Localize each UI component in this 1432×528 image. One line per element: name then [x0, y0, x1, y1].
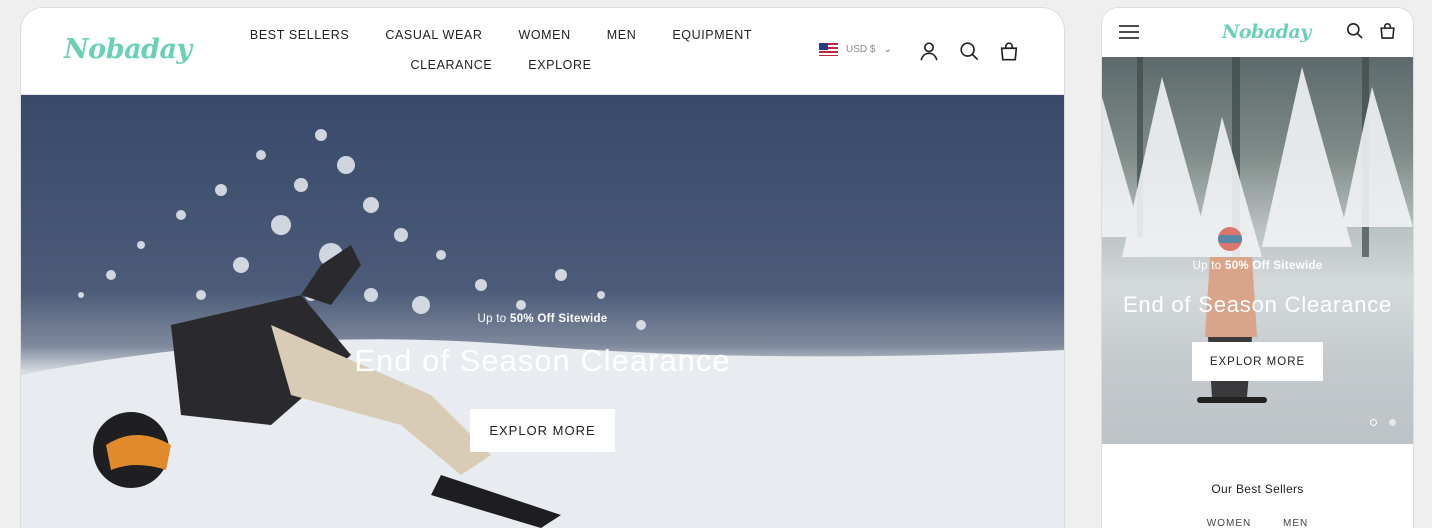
account-icon[interactable] [918, 40, 940, 62]
cart-icon[interactable] [1378, 21, 1397, 40]
header-icons [918, 40, 1020, 62]
nav-explore[interactable]: EXPLORE [528, 58, 591, 72]
hero-banner: Up to 50% Off Sitewide End of Season Cle… [21, 95, 1064, 528]
logo[interactable]: Nobaday [64, 34, 192, 65]
explore-more-button[interactable]: EXPLOR MORE [470, 409, 615, 452]
chevron-down-icon: ⌄ [883, 44, 892, 55]
best-sellers-heading: Our Best Sellers [1211, 482, 1304, 496]
mobile-hero-subtitle-bold: 50% Off Sitewide [1225, 260, 1323, 272]
mobile-hero-image [1102, 57, 1413, 444]
slider-dots [1370, 419, 1396, 426]
cart-icon[interactable] [998, 40, 1020, 62]
nav-best-sellers[interactable]: BEST SELLERS [250, 28, 349, 42]
mobile-logo[interactable]: Nobaday [1222, 21, 1311, 43]
search-icon[interactable] [958, 40, 980, 62]
nav-equipment[interactable]: EQUIPMENT [672, 28, 752, 42]
us-flag-icon [819, 43, 838, 56]
nav-clearance[interactable]: CLEARANCE [410, 58, 492, 72]
currency-label: USD $ [846, 44, 876, 55]
hero-content: Up to 50% Off Sitewide End of Season Cle… [21, 313, 1064, 452]
desktop-frame: Nobaday BEST SELLERS CASUAL WEAR WOMEN M… [21, 8, 1064, 528]
slide-dot-2[interactable] [1389, 419, 1396, 426]
search-icon[interactable] [1345, 21, 1364, 40]
mobile-explore-more-button[interactable]: EXPLOR MORE [1192, 342, 1323, 381]
nav-men[interactable]: MEN [607, 28, 637, 42]
hero-subtitle: Up to 50% Off Sitewide [21, 313, 1064, 325]
hero-subtitle-bold: 50% Off Sitewide [510, 313, 608, 325]
mobile-hero-title: End of Season Clearance [1122, 292, 1393, 317]
mobile-hero-subtitle: Up to 50% Off Sitewide [1102, 260, 1413, 272]
menu-icon[interactable] [1119, 24, 1139, 40]
mobile-frame: Nobaday Up to 50% Off Sitewide End of Se… [1102, 8, 1413, 528]
mobile-hero-content: Up to 50% Off Sitewide End of Season Cle… [1102, 260, 1413, 381]
nav-casual-wear[interactable]: CASUAL WEAR [385, 28, 482, 42]
hero-image [21, 129, 1064, 528]
mobile-hero-banner: Up to 50% Off Sitewide End of Season Cle… [1102, 57, 1413, 444]
currency-selector[interactable]: USD $ ⌄ [819, 43, 892, 56]
mobile-hero-subtitle-prefix: Up to [1192, 260, 1225, 272]
site-header: Nobaday BEST SELLERS CASUAL WEAR WOMEN M… [21, 8, 1064, 95]
hero-subtitle-prefix: Up to [477, 313, 510, 325]
nav-women[interactable]: WOMEN [518, 28, 570, 42]
mobile-header-icons [1345, 21, 1397, 40]
main-nav: BEST SELLERS CASUAL WEAR WOMEN MEN EQUIP… [221, 28, 781, 72]
slide-dot-1[interactable] [1370, 419, 1377, 426]
hero-title: End of Season Clearance [354, 343, 731, 378]
mobile-header: Nobaday [1102, 8, 1413, 57]
